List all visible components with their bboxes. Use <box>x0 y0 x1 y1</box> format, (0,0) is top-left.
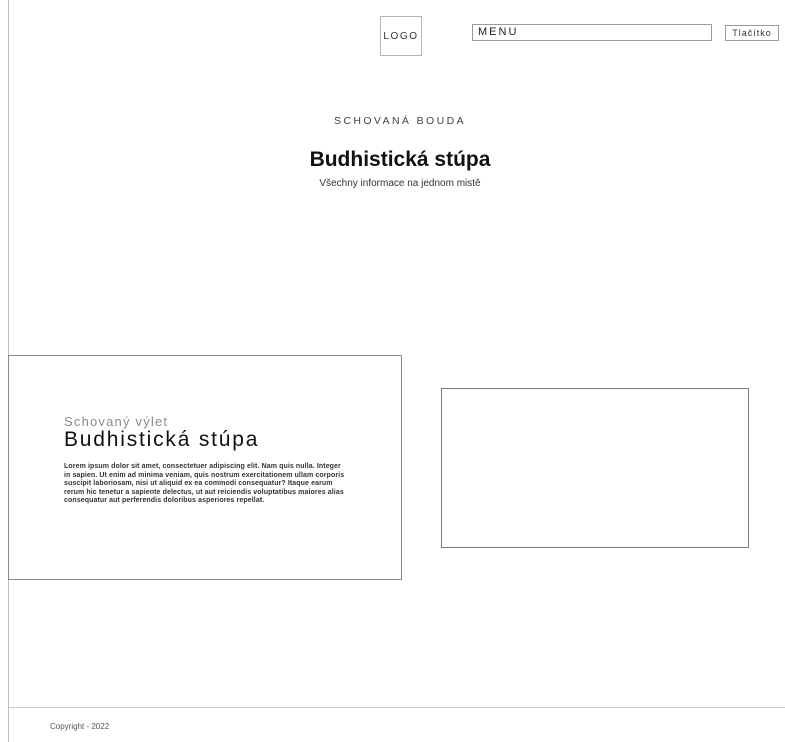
menu-label: MENU <box>478 26 519 38</box>
content-card: Schovaný výlet Budhistická stúpa Lorem i… <box>8 355 402 580</box>
card-kicker: Schovaný výlet <box>64 414 169 429</box>
hero-kicker: SCHOVANÁ BOUDA <box>333 115 466 127</box>
hero-title: Budhistická stúpa <box>309 148 491 171</box>
menu-bar[interactable]: MENU <box>472 24 712 41</box>
logo-text: LOGO <box>383 30 419 42</box>
footer-divider <box>8 707 785 708</box>
card-title: Budhistická stúpa <box>64 428 260 451</box>
hero-subtitle: Všechny informace na jednom mistě <box>319 178 481 189</box>
image-placeholder <box>441 388 749 548</box>
logo[interactable]: LOGO <box>380 16 422 56</box>
card-body-text: Lorem ipsum dolor sit amet, consectetuer… <box>64 463 345 505</box>
header-button[interactable]: Tlačítko <box>725 25 779 41</box>
footer-copyright: Copyright - 2022 <box>50 722 110 731</box>
header-button-label: Tlačítko <box>732 28 772 38</box>
